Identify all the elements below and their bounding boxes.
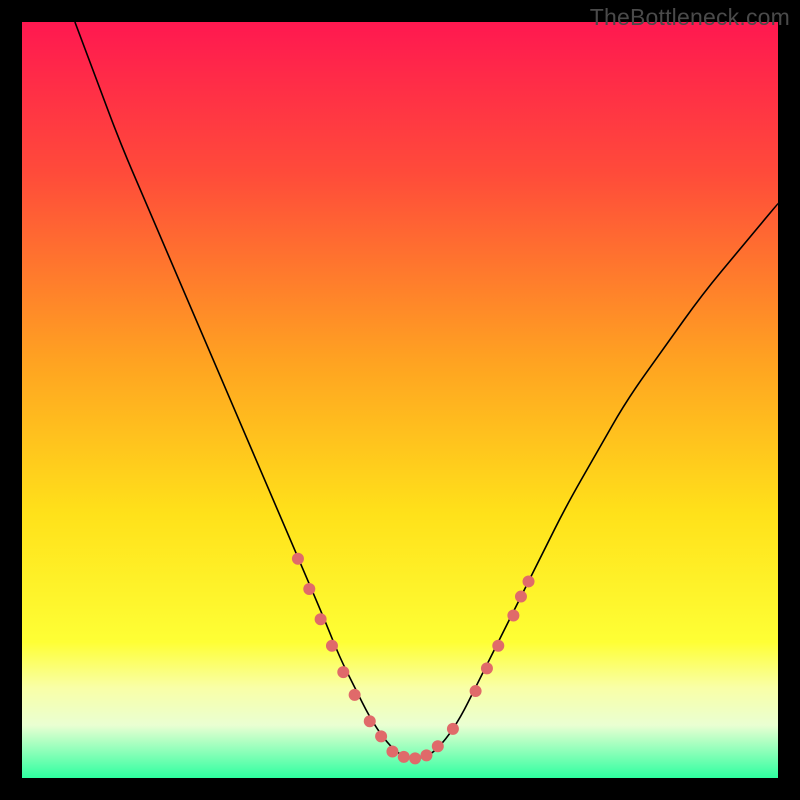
highlight-dot — [315, 613, 327, 625]
highlight-dot — [432, 740, 444, 752]
highlight-dot — [447, 723, 459, 735]
highlight-dot — [507, 609, 519, 621]
chart-plot-area — [22, 22, 778, 778]
highlight-dot — [515, 591, 527, 603]
highlight-dot — [326, 640, 338, 652]
chart-background — [22, 22, 778, 778]
highlight-dot — [420, 749, 432, 761]
highlight-dot — [492, 640, 504, 652]
highlight-dot — [386, 746, 398, 758]
highlight-dot — [409, 752, 421, 764]
highlight-dot — [481, 662, 493, 674]
highlight-dot — [292, 553, 304, 565]
chart-frame: TheBottleneck.com — [0, 0, 800, 800]
highlight-dot — [364, 715, 376, 727]
highlight-dot — [375, 730, 387, 742]
highlight-dot — [398, 751, 410, 763]
chart-svg — [22, 22, 778, 778]
watermark-text: TheBottleneck.com — [590, 4, 790, 31]
highlight-dot — [303, 583, 315, 595]
highlight-dot — [470, 685, 482, 697]
highlight-dot — [349, 689, 361, 701]
highlight-dot — [523, 575, 535, 587]
highlight-dot — [337, 666, 349, 678]
